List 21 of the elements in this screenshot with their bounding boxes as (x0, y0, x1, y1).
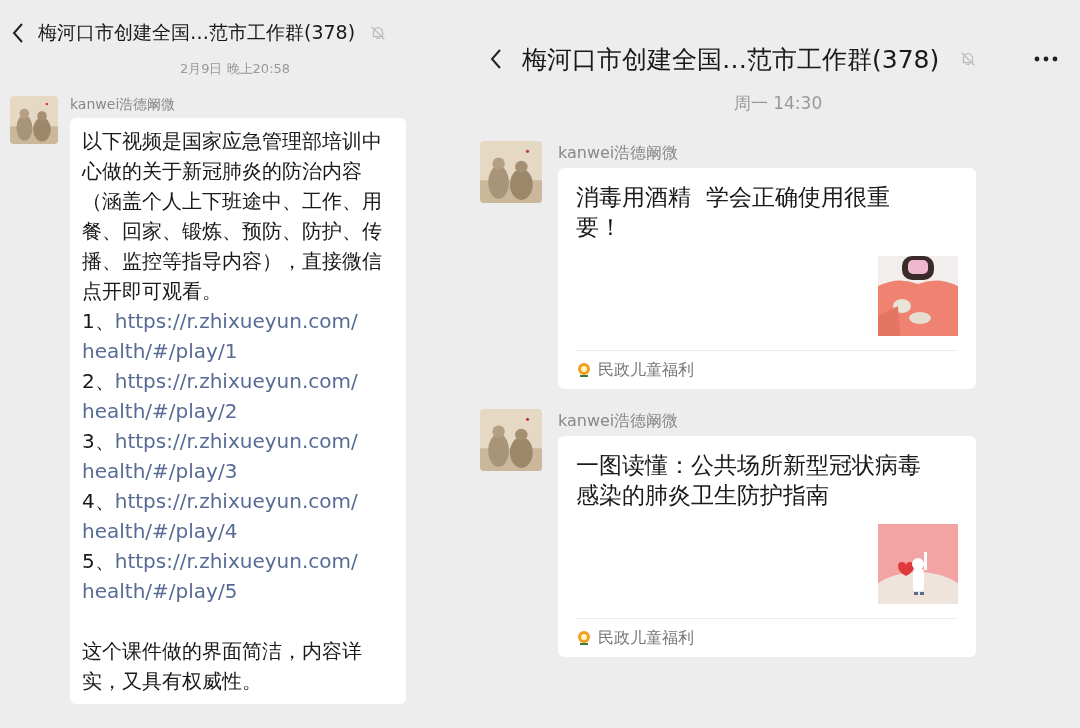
source-name: 民政儿童福利 (598, 627, 694, 649)
timestamp: 2月9日 晚上20:58 (178, 60, 292, 78)
message-text: 这个课件做的界面简洁，内容详实，又具有权威性。 (82, 638, 363, 695)
link-item[interactable]: 5、https://r.zhixueyun.com/health/#/play/5 (82, 546, 394, 606)
article-title: 一图读懂：公共场所新型冠状病毒感染的肺炎卫生防护指南 (576, 451, 922, 510)
sender-name: kanwei浩德阚微 (70, 96, 177, 114)
source-name: 民政儿童福利 (598, 359, 694, 381)
back-icon[interactable] (490, 48, 502, 70)
sender-name: kanwei浩德阚微 (558, 143, 680, 164)
badge-icon (576, 362, 592, 378)
chat-title: 梅河口市创建全国…范市工作群(378) (522, 43, 940, 76)
article-card[interactable]: 一图读懂：公共场所新型冠状病毒感染的肺炎卫生防护指南 民政儿童福利 (558, 436, 976, 657)
back-icon[interactable] (12, 22, 24, 44)
sender-name: kanwei浩德阚微 (558, 411, 680, 432)
chat-title: 梅河口市创建全国…范市工作群(378) (38, 20, 356, 45)
timestamp: 周一 14:30 (732, 92, 824, 115)
article-title: 消毒用酒精 学会正确使用很重要！ (576, 183, 891, 242)
more-icon[interactable] (1034, 56, 1058, 62)
message-text: 以下视频是国家应急管理部培训中心做的关于新冠肺炎的防治内容（涵盖个人上下班途中、工作、用餐、回家、锻炼、预防、防护、传播、监控等指导内容），直接微信点开即可观看。 (82, 128, 383, 305)
badge-icon (576, 630, 592, 646)
article-card[interactable]: 消毒用酒精 学会正确使用很重要！ 民政儿童福利 (558, 168, 976, 389)
